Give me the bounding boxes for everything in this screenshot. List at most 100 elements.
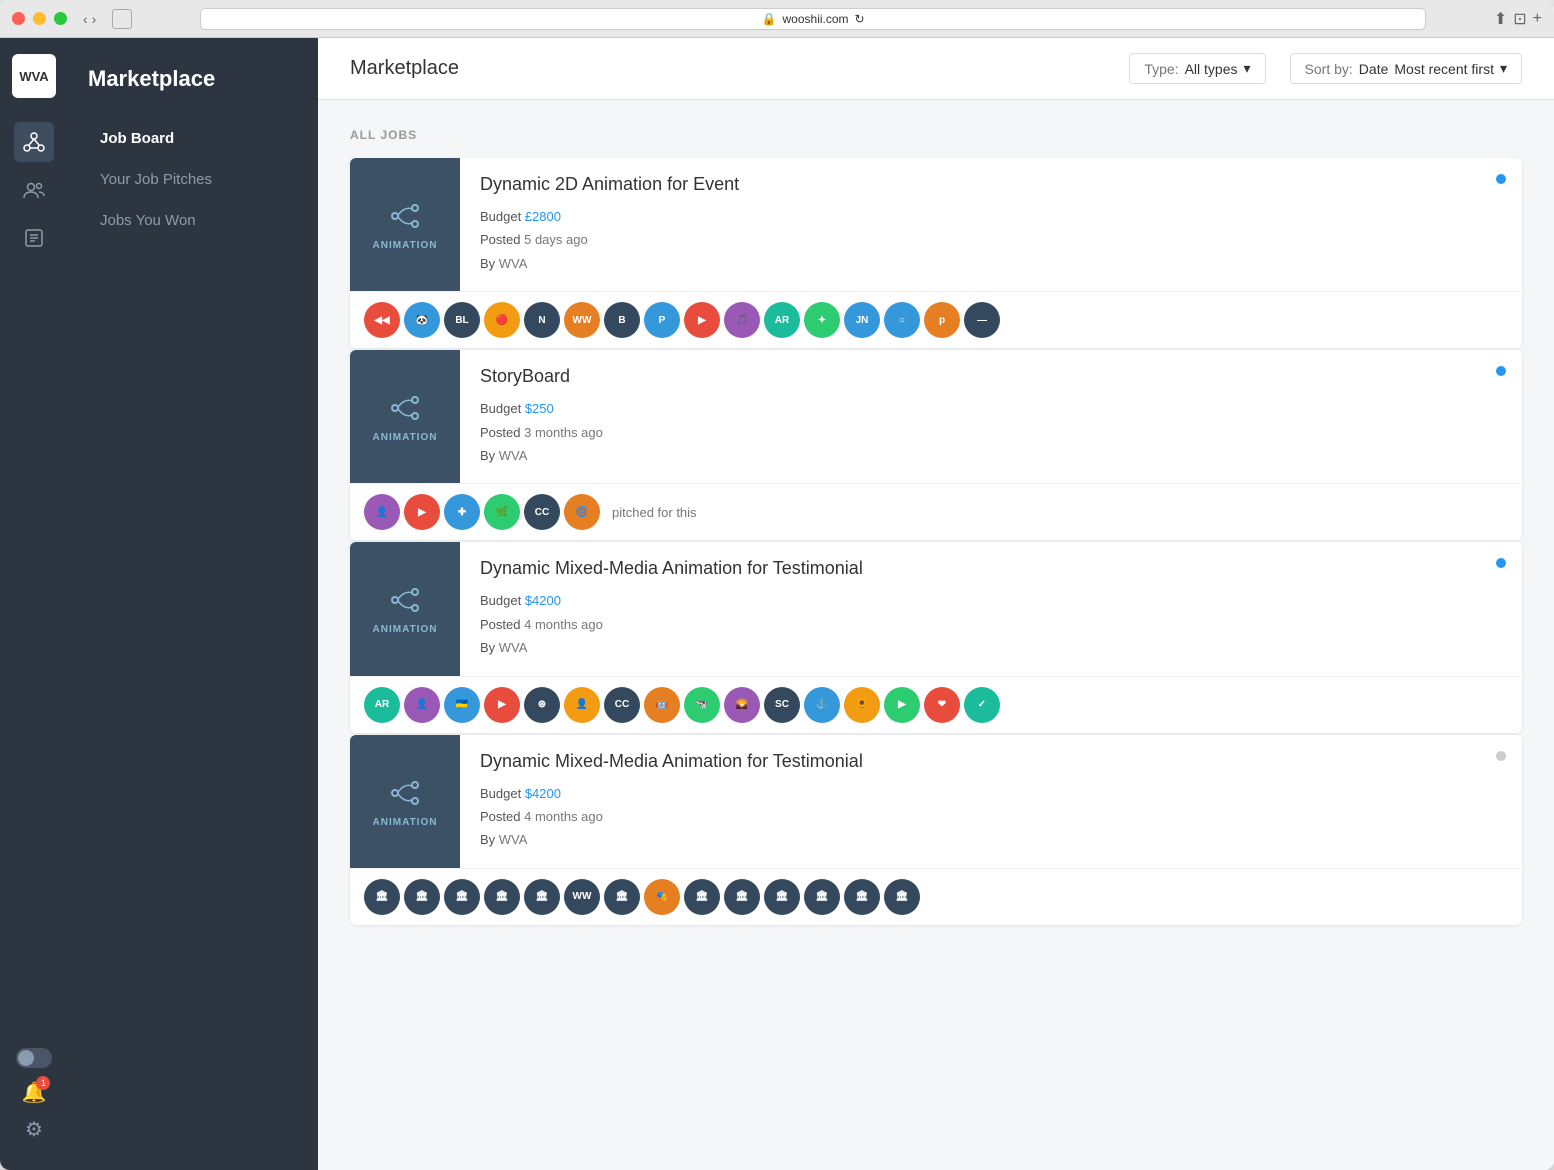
avatar: 🎵 (724, 302, 760, 338)
job-title: Dynamic 2D Animation for Event (480, 174, 1502, 195)
top-bar: Marketplace Type: All types ▾ Sort by: D… (318, 38, 1554, 100)
type-filter[interactable]: Type: All types ▾ (1129, 53, 1265, 84)
avatar: ▶ (404, 494, 440, 530)
job-title: Dynamic Mixed-Media Animation for Testim… (480, 558, 1502, 579)
avatar: JN (844, 302, 880, 338)
url-bar[interactable]: 🔒 wooshii.com ↻ (200, 8, 1426, 30)
avatar: AR (764, 302, 800, 338)
avatar: 🏛 (844, 879, 880, 915)
avatar: ⊛ (524, 687, 560, 723)
avatar: 🌀 (564, 494, 600, 530)
avatar: — (964, 302, 1000, 338)
avatar: ○ (884, 302, 920, 338)
sort-filter[interactable]: Sort by: Date Most recent first ▾ (1290, 53, 1522, 84)
job-info: Dynamic Mixed-Media Animation for Testim… (460, 542, 1522, 675)
sidebar-item-jobs-won[interactable]: Jobs You Won (88, 202, 298, 239)
notification-badge: 1 (36, 1076, 50, 1090)
titlebar-action-buttons: ⬆ ⊡ + (1494, 9, 1542, 29)
content-area: ALL JOBS ANIMATION Dynamic 2D Animation … (318, 100, 1554, 1170)
section-label: ALL JOBS (350, 128, 1522, 142)
job-type-label: ANIMATION (373, 624, 438, 635)
jobs-list: ANIMATION Dynamic 2D Animation for Event… (350, 158, 1522, 925)
reading-mode-button[interactable]: ⊡ (1513, 9, 1526, 29)
main-content: Marketplace Type: All types ▾ Sort by: D… (318, 38, 1554, 1170)
forward-button[interactable]: › (92, 11, 97, 27)
job-card[interactable]: ANIMATION StoryBoard Budget $250 Posted … (350, 350, 1522, 540)
sort-label: Sort by: (1305, 61, 1353, 77)
job-card-main: ANIMATION Dynamic Mixed-Media Animation … (350, 735, 1522, 868)
avatar: 🏛 (524, 879, 560, 915)
avatar: ❤ (924, 687, 960, 723)
avatar: 🔴 (484, 302, 520, 338)
sort-key: Date (1359, 61, 1389, 77)
bottom-icons: 🔔 1 ⚙ (16, 1048, 52, 1154)
network-icon-btn[interactable] (14, 122, 54, 162)
avatar: 🏛 (884, 879, 920, 915)
maximize-button[interactable] (54, 12, 67, 25)
job-status-dot (1496, 174, 1506, 184)
job-thumbnail: ANIMATION (350, 158, 460, 291)
avatar: CC (604, 687, 640, 723)
job-title: StoryBoard (480, 366, 1502, 387)
job-card-main: ANIMATION Dynamic Mixed-Media Animation … (350, 542, 1522, 675)
reload-icon[interactable]: ↻ (855, 12, 865, 26)
sort-value: Most recent first (1394, 61, 1494, 77)
avatar: 🌻 (844, 687, 880, 723)
avatar: 🏛 (444, 879, 480, 915)
job-status-dot (1496, 558, 1506, 568)
avatar: B (604, 302, 640, 338)
sidebar-item-job-board[interactable]: Job Board (88, 120, 298, 157)
job-card[interactable]: ANIMATION Dynamic Mixed-Media Animation … (350, 735, 1522, 925)
avatar: 🐼 (404, 302, 440, 338)
avatar: 🏛 (604, 879, 640, 915)
avatars-row: AR👤🇺🇦▶⊛👤CC🤖🐄🌄SC⚓🌻▶❤✓ (350, 676, 1522, 733)
avatar: 🤖 (644, 687, 680, 723)
list-icon-btn[interactable] (14, 218, 54, 258)
avatar: ▶ (684, 302, 720, 338)
back-button[interactable]: ‹ (83, 11, 88, 27)
job-status-dot (1496, 366, 1506, 376)
filter-bar: Type: All types ▾ Sort by: Date Most rec… (1129, 53, 1522, 84)
job-meta: Budget £2800 Posted 5 days ago By WVA (480, 205, 1502, 275)
job-thumbnail: ANIMATION (350, 542, 460, 675)
avatar: ◀◀ (364, 302, 400, 338)
avatar: 🇺🇦 (444, 687, 480, 723)
avatar: 👤 (564, 687, 600, 723)
job-title: Dynamic Mixed-Media Animation for Testim… (480, 751, 1502, 772)
job-type-label: ANIMATION (373, 817, 438, 828)
avatar: AR (364, 687, 400, 723)
job-status-dot (1496, 751, 1506, 761)
job-card[interactable]: ANIMATION Dynamic Mixed-Media Animation … (350, 542, 1522, 732)
avatar: 👤 (364, 494, 400, 530)
avatar: SC (764, 687, 800, 723)
close-button[interactable] (12, 12, 25, 25)
avatars-row: 🏛🏛🏛🏛🏛WW🏛🎭🏛🏛🏛🏛🏛🏛 (350, 868, 1522, 925)
share-button[interactable]: ⬆ (1494, 9, 1507, 29)
sidebar-toggle[interactable] (112, 9, 132, 29)
settings-button[interactable]: ⚙ (25, 1117, 43, 1142)
job-meta: Budget $4200 Posted 4 months ago By WVA (480, 589, 1502, 659)
sidebar-item-your-pitches[interactable]: Your Job Pitches (88, 161, 298, 198)
avatar: WW (564, 302, 600, 338)
job-info: Dynamic 2D Animation for Event Budget £2… (460, 158, 1522, 291)
avatar: ✓ (964, 687, 1000, 723)
toggle-knob (18, 1050, 34, 1066)
avatar: CC (524, 494, 560, 530)
minimize-button[interactable] (33, 12, 46, 25)
add-tab-button[interactable]: + (1533, 9, 1542, 29)
type-filter-label: Type: (1144, 61, 1178, 77)
avatar: 🏛 (404, 879, 440, 915)
job-meta: Budget $250 Posted 3 months ago By WVA (480, 397, 1502, 467)
dark-mode-toggle[interactable] (16, 1048, 52, 1068)
page-title: Marketplace (350, 57, 1129, 80)
job-thumbnail: ANIMATION (350, 350, 460, 483)
notifications-button[interactable]: 🔔 1 (22, 1080, 47, 1105)
avatar: WW (564, 879, 600, 915)
avatar: 🌄 (724, 687, 760, 723)
users-icon-btn[interactable] (14, 170, 54, 210)
job-card[interactable]: ANIMATION Dynamic 2D Animation for Event… (350, 158, 1522, 348)
avatar: 🏛 (724, 879, 760, 915)
job-type-label: ANIMATION (373, 432, 438, 443)
lock-icon: 🔒 (762, 12, 777, 26)
avatars-row: 👤▶✚🌿CC🌀pitched for this (350, 483, 1522, 540)
